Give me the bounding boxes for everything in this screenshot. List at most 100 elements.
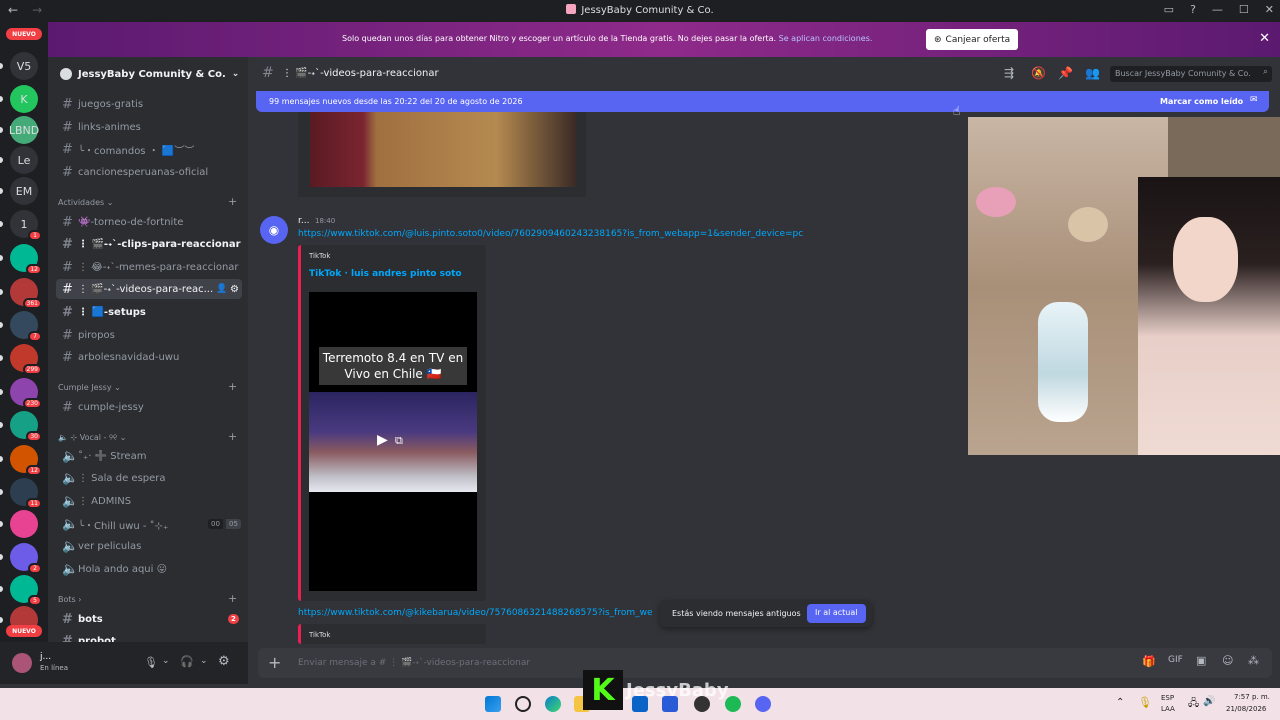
add-channel-icon[interactable]: + xyxy=(228,592,237,605)
new-servers-pill[interactable]: NUEVO xyxy=(6,28,42,40)
settings-icon[interactable]: ⚙ xyxy=(218,654,230,669)
server-icon[interactable]: 12 xyxy=(10,445,42,476)
play-icon[interactable]: ▶ xyxy=(377,432,388,448)
gear-icon[interactable]: ⚙ xyxy=(230,284,239,295)
mute-icon[interactable]: 🔕 xyxy=(1031,66,1046,80)
server-icon[interactable]: 299 xyxy=(10,344,42,375)
chevron-down-icon[interactable]: ⌄ xyxy=(162,656,170,666)
gift-icon[interactable]: 🎁 xyxy=(1142,655,1156,668)
server-icon[interactable]: 361 xyxy=(10,278,42,309)
channel-videos[interactable]: # ⋮ 🎬-˖ˋ-videos-para-reac... 👤 ⚙ xyxy=(56,279,242,299)
channel-clips[interactable]: # ⋮ 🎬-˖ˋ-clips-para-reaccionar xyxy=(56,234,242,254)
voice-hola[interactable]: 🔈 Hola ando aqui 😛 xyxy=(56,559,242,579)
message-link-2[interactable]: https://www.tiktok.com/@kikebarua/video/… xyxy=(298,608,653,618)
microphone-icon[interactable]: 🎙 xyxy=(144,656,158,669)
server-icon[interactable]: Le xyxy=(10,146,38,174)
edge-icon[interactable] xyxy=(545,696,561,712)
server-icon[interactable]: LBND xyxy=(9,116,39,144)
close-button[interactable]: ✕ xyxy=(1265,3,1274,16)
channel-setups[interactable]: # ⋮ 🟦-setups xyxy=(56,302,242,322)
category-bots[interactable]: Bots › xyxy=(58,595,81,604)
add-channel-icon[interactable]: + xyxy=(228,430,237,443)
add-channel-icon[interactable]: + xyxy=(228,380,237,393)
discord-icon[interactable] xyxy=(755,696,771,712)
channel-memes[interactable]: # ⋮ 😂-˖ˋ-memes-para-reaccionar xyxy=(56,257,242,277)
server-icon[interactable]: 12 xyxy=(10,244,42,275)
minimize-button[interactable]: — xyxy=(1212,3,1223,16)
server-icon[interactable]: 30 xyxy=(10,411,42,442)
add-channel-icon[interactable]: + xyxy=(228,195,237,208)
start-icon[interactable] xyxy=(485,696,501,712)
banner-terms-link[interactable]: Se aplican condiciones. xyxy=(779,34,873,43)
threads-icon[interactable]: ⇶ xyxy=(1004,66,1014,80)
apps-icon[interactable]: ⁂ xyxy=(1248,654,1259,667)
chevron-down-icon[interactable]: ⌄ xyxy=(200,656,208,666)
tray-chevron-icon[interactable]: ⌃ xyxy=(1116,697,1124,708)
embed-title[interactable]: TikTok · luis andres pinto soto xyxy=(309,269,462,279)
clock-date[interactable]: 21/08/2026 xyxy=(1226,705,1266,713)
microphone-tray-icon[interactable]: 🎙 xyxy=(1138,696,1152,709)
channel-links-animes[interactable]: # links-animes xyxy=(56,117,242,137)
banner-close-icon[interactable]: ✕ xyxy=(1259,31,1270,46)
channel-cumple-jessy[interactable]: # cumple-jessy xyxy=(56,397,242,417)
server-icon[interactable]: 230 xyxy=(10,378,42,409)
jump-present-button[interactable]: Ir al actual xyxy=(807,604,866,623)
new-servers-pill[interactable]: NUEVO xyxy=(6,625,42,637)
new-messages-bar[interactable]: 99 mensajes nuevos desde las 20:22 del 2… xyxy=(256,91,1269,112)
language-code[interactable]: ESP xyxy=(1161,694,1174,702)
network-icon[interactable]: 🖧 xyxy=(1188,696,1199,713)
mark-read-button[interactable]: Marcar como leído xyxy=(1160,97,1243,106)
avatar[interactable] xyxy=(12,653,32,673)
spotify-icon[interactable] xyxy=(725,696,741,712)
message-link[interactable]: https://www.tiktok.com/@luis.pinto.soto0… xyxy=(298,229,803,239)
category-cumple[interactable]: Cumple Jessy ⌄ xyxy=(58,383,121,392)
keyboard-code[interactable]: LAA xyxy=(1161,705,1175,713)
invite-icon[interactable]: 👤 xyxy=(216,284,227,294)
members-icon[interactable]: 👥 xyxy=(1085,66,1100,80)
voice-admins[interactable]: 🔈 ⋮ ADMINS xyxy=(56,491,242,511)
maximize-button[interactable]: ☐ xyxy=(1239,3,1249,16)
sticker-icon[interactable]: ▣ xyxy=(1196,654,1206,667)
volume-icon[interactable]: 🔊 xyxy=(1203,696,1215,707)
channel-comandos[interactable]: # ╰・comandos ・ 🟦︶︶ xyxy=(56,139,242,159)
store-icon[interactable] xyxy=(662,696,678,712)
inbox-icon[interactable]: ▭ xyxy=(1164,3,1174,16)
server-icon[interactable]: 2 xyxy=(10,543,42,574)
clock-time[interactable]: 7:57 p. m. xyxy=(1234,693,1270,701)
external-link-icon[interactable]: ⧉ xyxy=(395,434,403,448)
server-icon[interactable]: 5 xyxy=(10,575,42,606)
prev-embed-image[interactable] xyxy=(310,112,576,187)
guild-header[interactable]: JessyBaby Comunity & Co. ⌄ 👤 xyxy=(48,57,248,91)
server-icon[interactable]: 11 xyxy=(10,478,42,509)
category-actividades[interactable]: Actividades ⌄ xyxy=(58,198,113,207)
voice-stream[interactable]: 🔈 ˚₊‧ ➕ Stream xyxy=(56,446,242,466)
server-icon[interactable]: EM xyxy=(10,177,38,205)
server-icon[interactable]: V5 xyxy=(10,52,38,80)
voice-chill[interactable]: 🔈 ╰・Chill uwu - ˚⊹₊ 00 05 xyxy=(56,514,242,534)
attach-plus-icon[interactable]: + xyxy=(268,653,281,672)
server-icon[interactable]: K xyxy=(10,85,38,113)
search-input[interactable]: Buscar JessyBaby Comunity & Co. ⌕ xyxy=(1110,66,1272,82)
claim-offer-button[interactable]: ⊛ Canjear oferta xyxy=(926,29,1019,50)
headphones-icon[interactable]: 🎧 xyxy=(180,655,194,668)
message-composer[interactable]: + Enviar mensaje a # ⋮ 🎬-˖ˋ-videos-para-… xyxy=(258,648,1272,678)
app-icon[interactable] xyxy=(694,696,710,712)
channel-arbolesnavidad[interactable]: # arbolesnavidad-uwu xyxy=(56,347,242,367)
search-icon[interactable] xyxy=(515,696,531,712)
category-vocal[interactable]: 🔈 ⊹ Vocal - ୨୧ ⌄ xyxy=(58,433,126,443)
video-thumbnail[interactable]: Terremoto 8.4 en TV en Vivo en Chile 🇨🇱 … xyxy=(309,292,477,591)
help-icon[interactable]: ? xyxy=(1190,3,1196,16)
gif-icon[interactable]: GIF xyxy=(1168,655,1183,665)
server-icon[interactable]: 7 xyxy=(10,311,42,342)
voice-ver-peliculas[interactable]: 🔈 ver peliculas xyxy=(56,536,242,556)
server-icon[interactable]: 11 xyxy=(10,210,42,241)
channel-piropos[interactable]: # piropos xyxy=(56,325,242,345)
outlook-icon[interactable] xyxy=(632,696,648,712)
server-icon[interactable] xyxy=(10,510,38,538)
author-avatar[interactable]: ◉ xyxy=(260,216,288,244)
emoji-icon[interactable]: ☺ xyxy=(1222,654,1233,667)
pin-icon[interactable]: 📌 xyxy=(1058,66,1073,80)
channel-juegos-gratis[interactable]: # juegos-gratis xyxy=(56,94,242,114)
channel-probot[interactable]: # probot xyxy=(56,631,242,643)
channel-cancionesperuanas[interactable]: # cancionesperuanas-oficial xyxy=(56,162,242,182)
